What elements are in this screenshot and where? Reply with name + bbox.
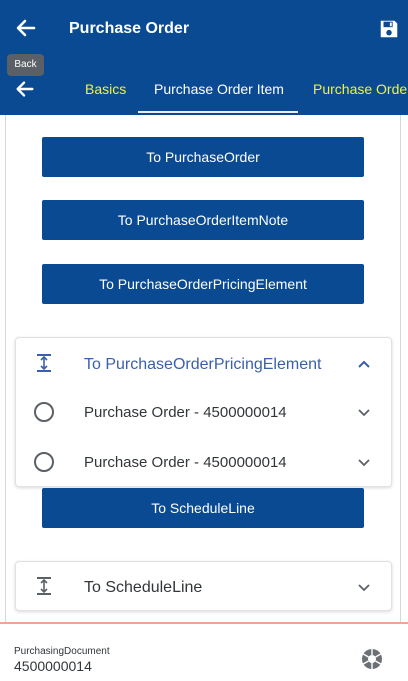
expand-vertical-icon (37, 354, 51, 372)
radio-button[interactable] (34, 402, 54, 422)
arrow-left-icon[interactable] (14, 16, 38, 40)
schedule-line-panel: To ScheduleLine (15, 561, 392, 611)
field-value: 4500000014 (14, 658, 92, 674)
list-item[interactable]: Purchase Order - 4500000014 (16, 438, 391, 488)
expand-vertical-icon (37, 577, 51, 595)
to-pricing-element-button[interactable]: To PurchaseOrderPricingElement (42, 264, 364, 304)
content-border-left (5, 115, 6, 623)
to-schedule-line-button[interactable]: To ScheduleLine (42, 488, 364, 528)
section-divider (0, 622, 408, 624)
pricing-panel-title[interactable]: To PurchaseOrderPricingElement (84, 356, 321, 374)
content-border-right (400, 115, 401, 623)
field-label: PurchasingDocument (14, 646, 110, 657)
tab-purchase-order-item[interactable]: Purchase Order Item (154, 81, 284, 97)
radio-button[interactable] (34, 452, 54, 472)
to-purchase-order-button[interactable]: To PurchaseOrder (42, 137, 364, 177)
chevron-down-icon[interactable] (356, 404, 372, 420)
list-item-label: Purchase Order - 4500000014 (84, 404, 287, 421)
tab-bar: Basics Purchase Order Item Purchase Orde… (0, 61, 408, 115)
back-tooltip: Back (7, 54, 44, 76)
camera-shutter-icon[interactable] (361, 648, 383, 670)
arrow-left-icon[interactable] (14, 78, 36, 100)
list-item[interactable]: Purchase Order - 4500000014 (16, 388, 391, 438)
active-tab-indicator (138, 111, 298, 113)
schedule-panel-title[interactable]: To ScheduleLine (84, 579, 202, 597)
floppy-disk-icon[interactable] (378, 18, 400, 40)
app-header: Purchase Order (0, 0, 408, 61)
chevron-up-icon[interactable] (356, 356, 372, 372)
content-area: To PurchaseOrder To PurchaseOrderItemNot… (0, 115, 408, 681)
tab-purchase-order-pricing-element[interactable]: Purchase Order Pricing Element (313, 81, 408, 97)
page-title: Purchase Order (69, 20, 190, 37)
to-item-note-button[interactable]: To PurchaseOrderItemNote (42, 200, 364, 240)
chevron-down-icon[interactable] (356, 454, 372, 470)
chevron-down-icon[interactable] (356, 579, 372, 595)
list-item-label: Purchase Order - 4500000014 (84, 454, 287, 471)
tab-basics[interactable]: Basics (85, 81, 126, 97)
pricing-element-panel: To PurchaseOrderPricingElement Purchase … (15, 337, 392, 487)
